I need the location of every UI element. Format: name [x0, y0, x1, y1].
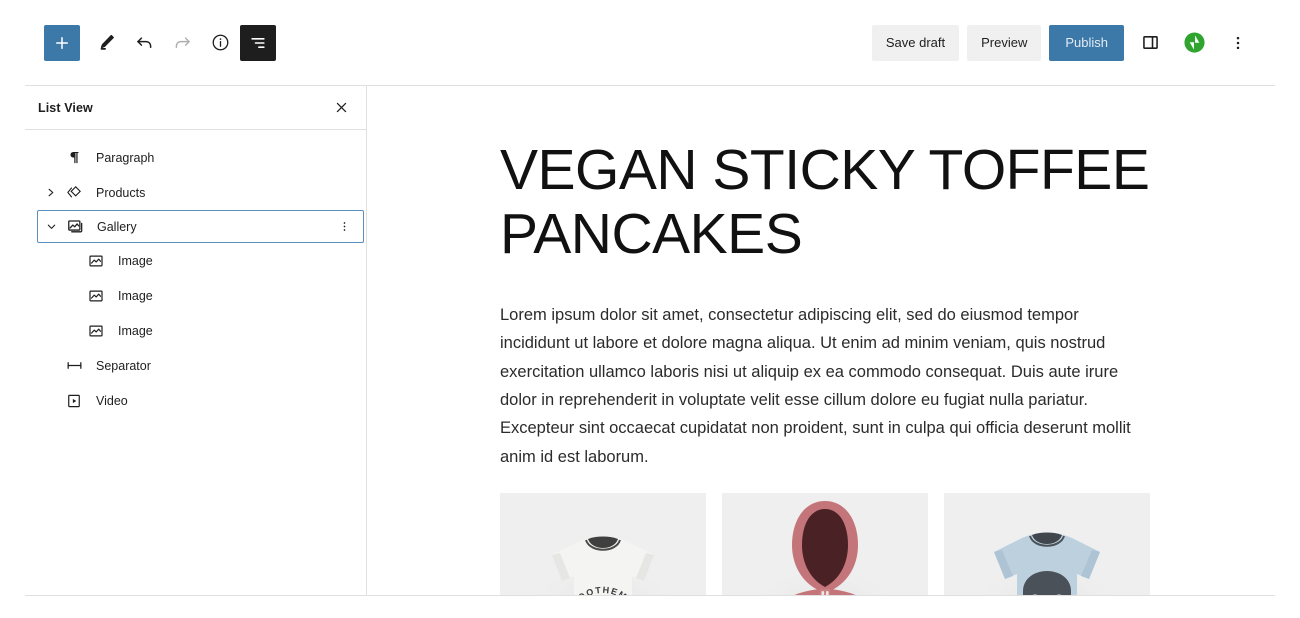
list-item-label: Image: [118, 253, 153, 268]
image-icon: [83, 252, 109, 270]
editor-body: List View Paragraph Products Gallery Ima…: [25, 86, 1275, 596]
editor-canvas[interactable]: Vegan sticky toffee pancakes Lorem ipsum…: [367, 86, 1275, 595]
toolbar-left-group: [44, 24, 276, 61]
list-view-button[interactable]: [240, 24, 276, 61]
tools-button[interactable]: [88, 25, 124, 61]
chevron-down-icon[interactable]: [40, 221, 62, 232]
list-item-image[interactable]: Image: [25, 243, 366, 278]
redo-button[interactable]: [164, 25, 200, 61]
more-vertical-icon[interactable]: [1220, 25, 1256, 61]
list-item-gallery[interactable]: Gallery: [37, 210, 364, 243]
post-title[interactable]: Vegan sticky toffee pancakes: [500, 138, 1152, 267]
chevron-right-icon[interactable]: [39, 187, 61, 198]
separator-icon: [61, 356, 87, 375]
gallery-image-red-hoodie[interactable]: [722, 493, 928, 595]
list-item-image[interactable]: Image: [25, 313, 366, 348]
list-view-panel: List View Paragraph Products Gallery Ima…: [25, 86, 367, 595]
editor-toolbar: Save draft Preview Publish: [25, 0, 1275, 86]
image-icon: [83, 322, 109, 340]
block-options-icon[interactable]: [333, 216, 355, 238]
image-icon: [83, 287, 109, 305]
products-icon: [61, 183, 87, 202]
list-item-paragraph[interactable]: Paragraph: [25, 140, 366, 175]
list-item-label: Paragraph: [96, 150, 155, 165]
add-block-button[interactable]: [44, 24, 80, 61]
list-item-label: Products: [96, 185, 146, 200]
gallery-image-white-tshirt[interactable]: WOOTHEMES: [500, 493, 706, 595]
post-content: Vegan sticky toffee pancakes Lorem ipsum…: [500, 86, 1152, 595]
list-item-label: Image: [118, 323, 153, 338]
gallery-block[interactable]: WOOTHEMES: [500, 493, 1152, 595]
list-item-image[interactable]: Image: [25, 278, 366, 313]
details-button[interactable]: [202, 25, 238, 61]
list-item-label: Image: [118, 288, 153, 303]
post-paragraph-block[interactable]: Lorem ipsum dolor sit amet, consectetur …: [500, 301, 1152, 471]
list-item-label: Video: [96, 393, 128, 408]
gallery-icon: [62, 217, 88, 236]
toolbar-right-group: Save draft Preview Publish: [871, 24, 1256, 61]
paragraph-icon: [61, 149, 87, 166]
list-item-label: Separator: [96, 358, 151, 373]
preview-button[interactable]: Preview: [967, 24, 1042, 61]
list-item-separator[interactable]: Separator: [25, 348, 366, 383]
publish-button[interactable]: Publish: [1049, 24, 1124, 61]
list-item-products[interactable]: Products: [25, 175, 366, 210]
jetpack-icon[interactable]: [1176, 25, 1212, 61]
list-item-video[interactable]: Video: [25, 383, 366, 418]
undo-button[interactable]: [126, 25, 162, 61]
list-view-title: List View: [38, 100, 93, 115]
close-icon[interactable]: [329, 96, 353, 120]
save-draft-button[interactable]: Save draft: [871, 24, 960, 61]
gallery-image-blue-tshirt[interactable]: W: [944, 493, 1150, 595]
list-view-rows: Paragraph Products Gallery Image Image I…: [25, 130, 366, 595]
video-icon: [61, 392, 87, 410]
list-view-header: List View: [25, 86, 366, 130]
settings-sidebar-button[interactable]: [1132, 25, 1168, 61]
list-item-label: Gallery: [97, 219, 137, 234]
block-editor: Save draft Preview Publish List View Par…: [0, 0, 1300, 618]
